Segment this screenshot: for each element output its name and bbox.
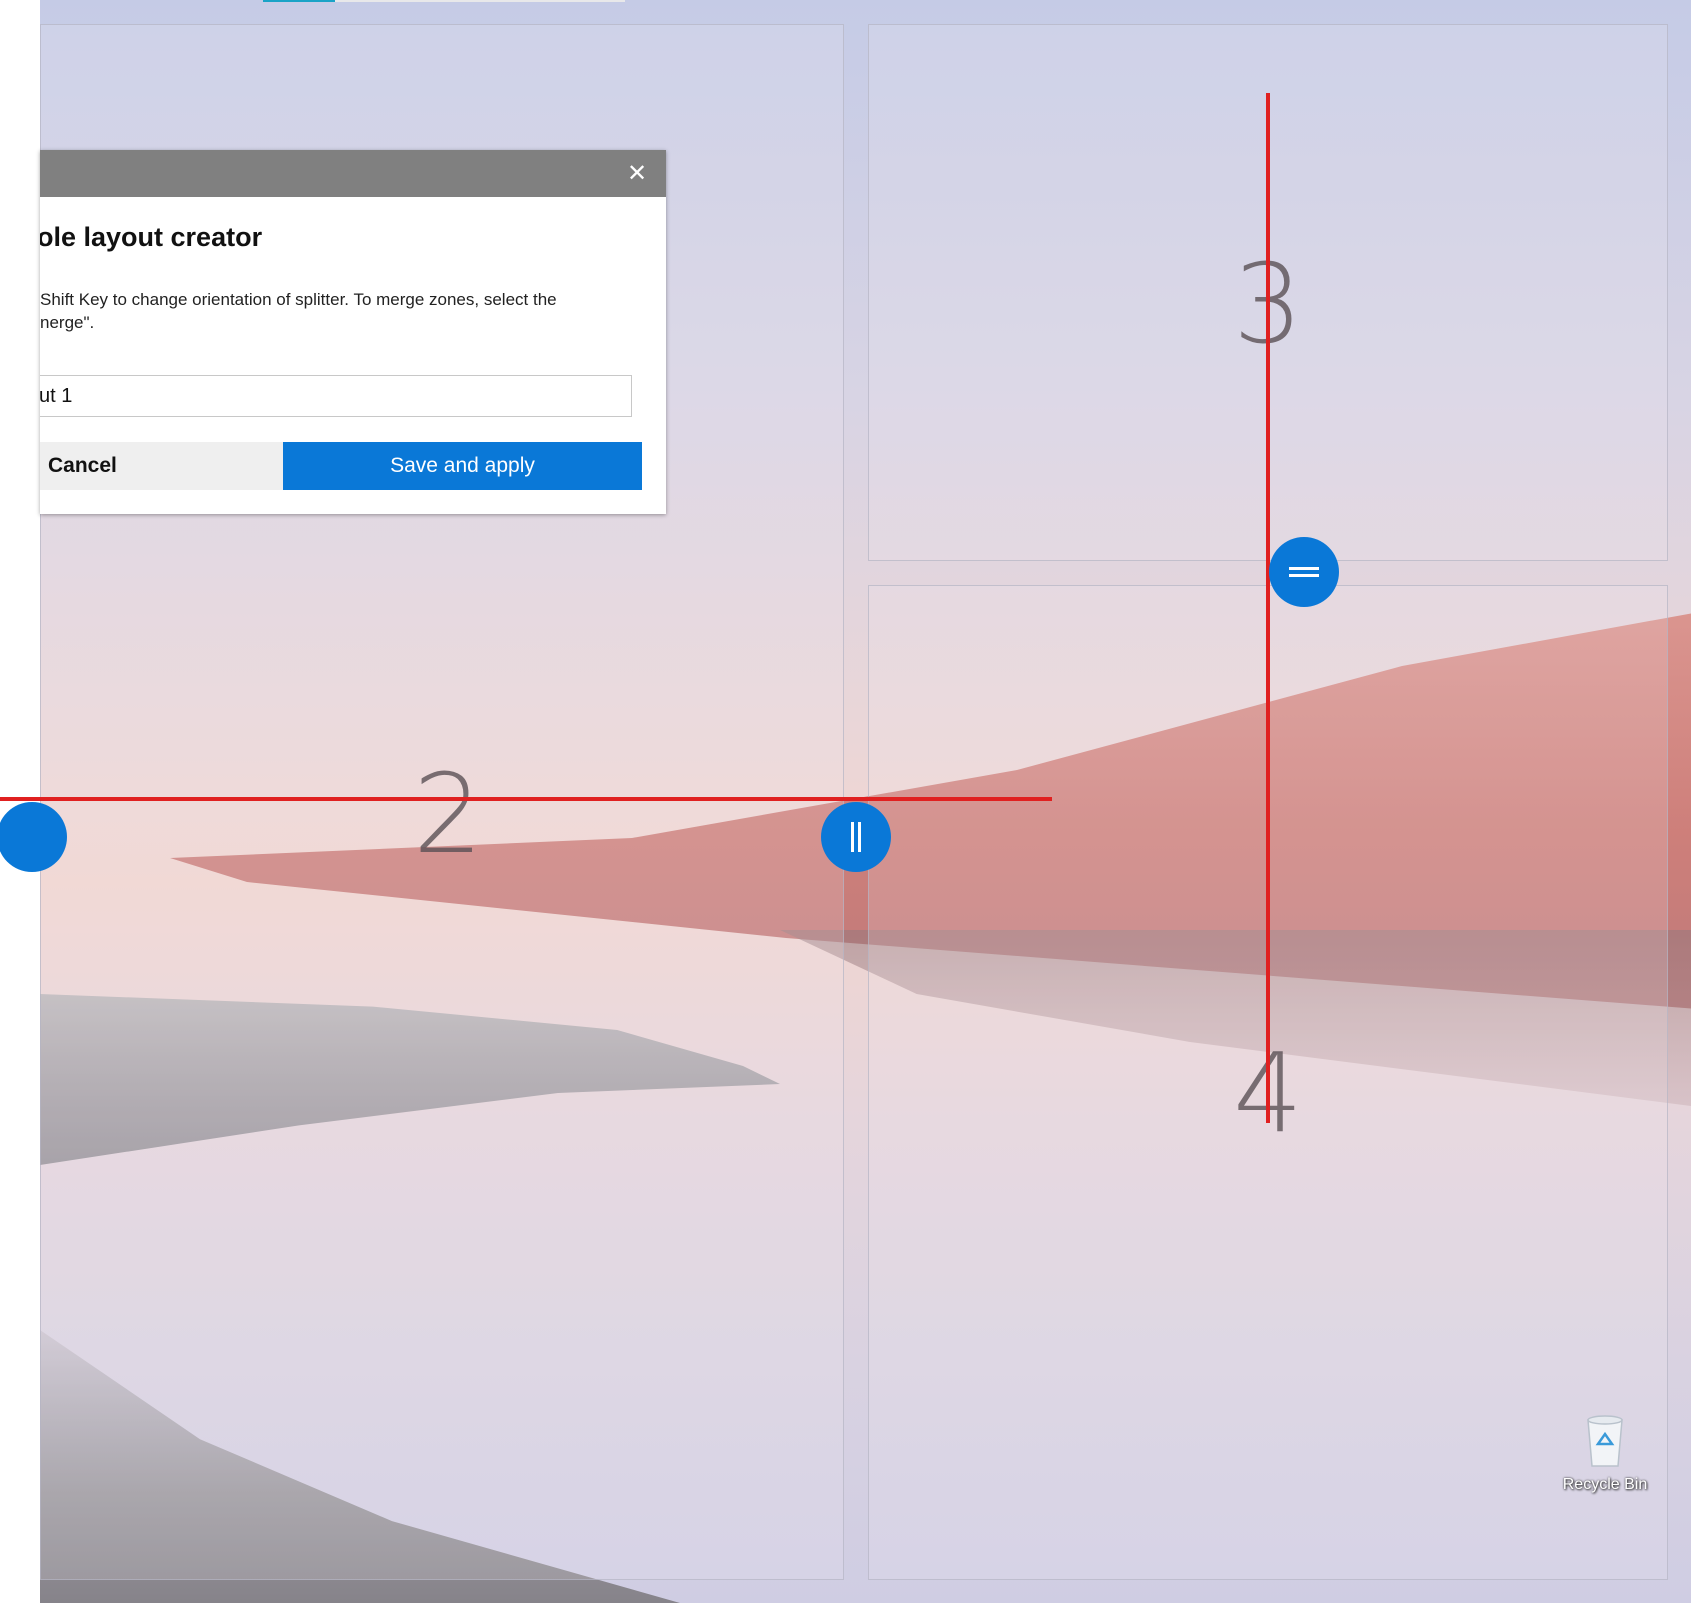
recycle-bin-shortcut[interactable]: Recycle Bin	[1555, 1410, 1655, 1494]
top-tab-indicator	[263, 0, 335, 2]
layout-name-input[interactable]	[40, 375, 632, 417]
zone-number: 2	[413, 750, 483, 878]
top-tab-track	[335, 0, 625, 2]
horizontal-grip-icon	[1289, 567, 1319, 577]
layout-creator-dialog: ✕ ole layout creator Shift Key to change…	[40, 150, 666, 514]
help-line-1: Shift Key to change orientation of split…	[40, 290, 557, 309]
dialog-help-text: Shift Key to change orientation of split…	[40, 288, 660, 334]
dialog-titlebar[interactable]: ✕	[40, 150, 666, 197]
horizontal-splitter-thumb[interactable]	[1269, 537, 1339, 607]
desktop-background: 2 3 4 ✕ ole layout creator Shift Key to …	[0, 0, 1691, 1603]
splitter-thumb-left[interactable]	[0, 802, 67, 872]
vertical-splitter-thumb[interactable]	[821, 802, 891, 872]
help-line-2: nerge".	[40, 313, 95, 332]
vertical-grip-icon	[851, 822, 861, 852]
vertical-splitter-line[interactable]	[1266, 93, 1270, 1123]
save-and-apply-button[interactable]: Save and apply	[283, 442, 642, 490]
cancel-button[interactable]: Cancel	[40, 442, 298, 490]
recycle-bin-icon	[1580, 1410, 1630, 1470]
recycle-bin-label: Recycle Bin	[1562, 1476, 1648, 1493]
close-button[interactable]: ✕	[622, 158, 652, 188]
horizontal-splitter-line[interactable]	[0, 797, 1052, 801]
dialog-title: ole layout creator	[40, 222, 263, 252]
